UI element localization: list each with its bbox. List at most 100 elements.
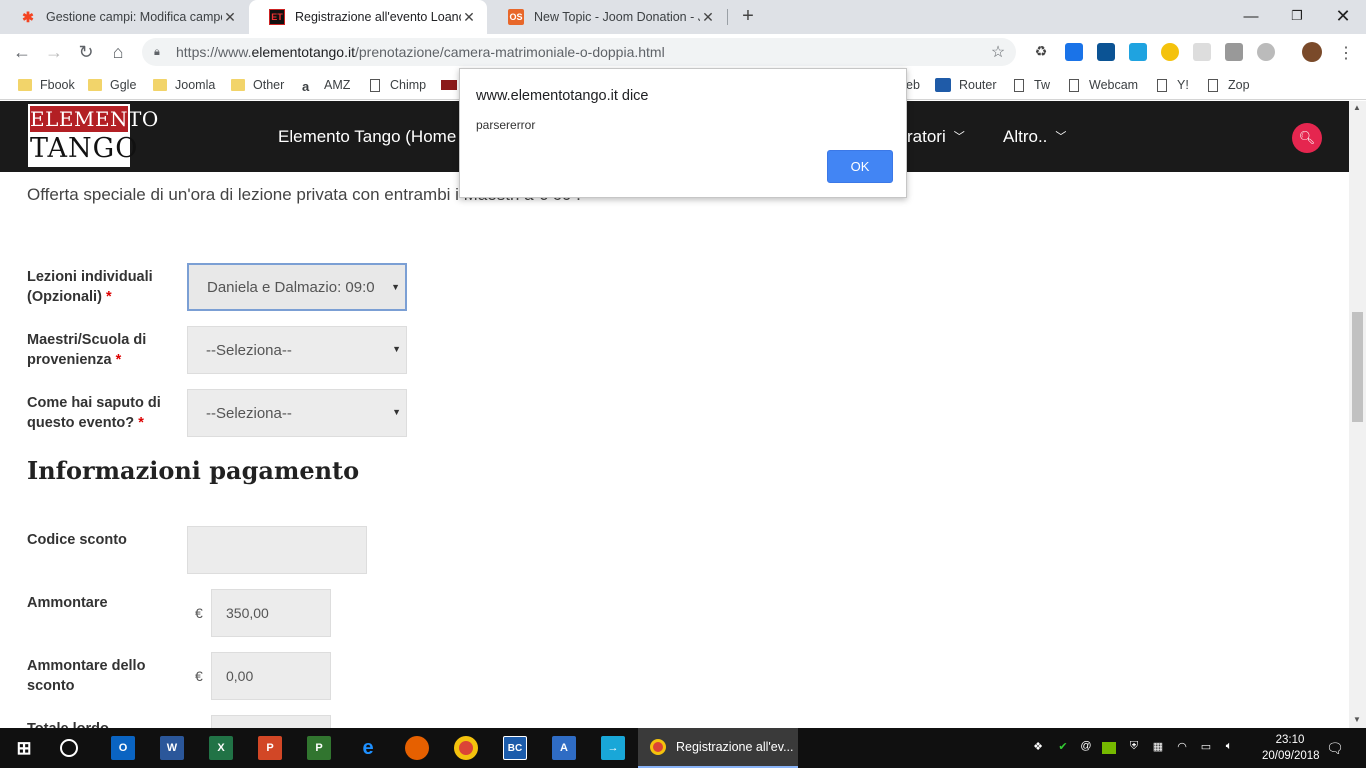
tab-registrazione[interactable]: ET Registrazione all'evento Loano Ta ✕ [249, 0, 487, 34]
totale-input[interactable] [211, 715, 331, 728]
bulb-extension-icon[interactable] [1161, 43, 1179, 61]
bookmark-ggle[interactable]: Ggle [88, 76, 136, 94]
ok-button[interactable]: OK [827, 150, 893, 183]
tab-gestione-campi[interactable]: ✱ Gestione campi: Modifica campo ✕ [0, 0, 248, 34]
word-icon[interactable]: W [160, 736, 184, 760]
minimize-icon[interactable]: — [1228, 0, 1274, 32]
ammontare-input[interactable]: 350,00 [211, 589, 331, 637]
menu-home[interactable]: Elemento Tango (Home [278, 127, 456, 147]
address-bar[interactable]: 🔒︎ https://www.elementotango.it/prenotaz… [142, 38, 1016, 66]
home-icon[interactable]: ⌂ [106, 40, 130, 64]
menu-collaboratori[interactable]: ratori ﹀ [907, 127, 965, 147]
currency-symbol: € [195, 605, 203, 621]
chrome-icon[interactable] [454, 736, 478, 760]
bookmark-chimp[interactable]: Chimp [370, 76, 426, 94]
firefox-icon[interactable] [405, 736, 429, 760]
wifi-icon[interactable]: ◠ [1174, 740, 1190, 756]
bookmark-eb[interactable]: eb [906, 76, 920, 94]
scrollbar-thumb[interactable] [1352, 312, 1363, 422]
menu-altro[interactable]: Altro.. ﹀ [1003, 127, 1066, 147]
scroll-up-icon[interactable]: ▲ [1353, 103, 1361, 112]
bookmark-label: AMZ [324, 78, 351, 92]
code-extension-icon[interactable] [1097, 43, 1115, 61]
bookmark-yahoo[interactable]: Y! [1157, 76, 1189, 94]
share-extension-icon[interactable] [1129, 43, 1147, 61]
bookmark-webcam[interactable]: Webcam [1069, 76, 1138, 94]
back-arrow-icon[interactable]: ← [10, 40, 34, 64]
defender-icon[interactable]: ⛨ [1126, 740, 1142, 756]
bookmark-router[interactable]: Router [935, 76, 997, 94]
tab-new-topic[interactable]: OS New Topic - Joom Donation - Joo ✕ [488, 0, 726, 34]
keyboard-icon[interactable]: ▦ [1150, 740, 1166, 756]
cloud-extension-icon[interactable] [1257, 43, 1275, 61]
powerpoint-icon[interactable]: P [258, 736, 282, 760]
page-icon [1208, 78, 1218, 92]
project-icon[interactable]: P [307, 736, 331, 760]
elementotango-favicon: ET [269, 9, 285, 25]
notifications-icon[interactable]: 🗨︎ [1326, 740, 1344, 756]
codice-sconto-input[interactable] [187, 526, 367, 574]
battery-icon[interactable]: ▭ [1198, 740, 1214, 756]
close-tab-icon[interactable]: ✕ [461, 9, 477, 26]
site-logo[interactable]: ELEMENTO TANGO [28, 104, 158, 167]
scroll-down-icon[interactable]: ▼ [1353, 715, 1361, 724]
at-icon[interactable]: @ [1078, 740, 1094, 756]
menu-kebab-icon[interactable]: ⋮ [1338, 43, 1354, 63]
system-clock[interactable]: 23:10 20/09/2018 [1262, 732, 1320, 764]
extension-icon[interactable] [1065, 43, 1083, 61]
url-path: /prenotazione/camera-matrimoniale-o-dopp… [355, 44, 665, 60]
restore-icon[interactable]: ❐ [1274, 0, 1320, 32]
cortana-icon[interactable] [60, 739, 78, 757]
menu-label: ratori [907, 127, 946, 146]
dropbox-icon[interactable]: ❖ [1030, 740, 1046, 756]
windows-start-icon[interactable]: ⊞ [12, 736, 36, 760]
forward-arrow-icon[interactable]: → [42, 40, 66, 64]
nvidia-icon[interactable] [1102, 742, 1116, 754]
saputo-label: Come hai saputo di questo evento? * [27, 393, 177, 433]
page-icon [370, 78, 380, 92]
bookmark-tw[interactable]: Tw [1014, 76, 1050, 94]
access-icon[interactable]: A [552, 736, 576, 760]
dropdown-arrow-icon: ▼ [392, 407, 401, 417]
bookmark-fbook[interactable]: Fbook [18, 76, 75, 94]
new-tab-plus-icon[interactable]: + [737, 5, 759, 27]
taskbar-active-chrome[interactable]: Registrazione all'ev... [638, 728, 798, 768]
bookmark-amz[interactable]: a AMZ [302, 76, 350, 94]
sconto-input[interactable]: 0,00 [211, 652, 331, 700]
url-prefix: https://www. [176, 44, 252, 60]
saputo-select[interactable]: --Seleziona-- ▼ [187, 389, 407, 437]
close-window-icon[interactable]: ✕ [1320, 0, 1366, 32]
search-icon[interactable]: 🔍︎ [1292, 123, 1322, 153]
recycle-extension-icon[interactable]: ♻ [1032, 43, 1050, 61]
bc-app-icon[interactable]: BC [503, 736, 527, 760]
maestri-select[interactable]: --Seleziona-- ▼ [187, 326, 407, 374]
tree-extension-icon[interactable] [1193, 43, 1211, 61]
bookmark-joomla[interactable]: Joomla [153, 76, 215, 94]
folder-icon [88, 79, 102, 91]
shield-extension-icon[interactable] [1225, 43, 1243, 61]
bookmark-star-icon[interactable]: ☆ [988, 42, 1008, 62]
page-icon [1069, 78, 1079, 92]
share-app-icon[interactable]: → [601, 736, 625, 760]
outlook-icon[interactable]: O [111, 736, 135, 760]
page-scrollbar[interactable]: ▲ ▼ [1349, 101, 1366, 728]
payment-heading: Informazioni pagamento [27, 456, 360, 485]
menu-label: Elemento Tango (Home [278, 127, 457, 146]
volume-icon[interactable]: 🔈︎ [1221, 740, 1237, 756]
security-shield-icon[interactable]: ✔ [1055, 740, 1071, 756]
label-text: Lezioni individuali (Opzionali) [27, 269, 153, 305]
close-tab-icon[interactable]: ✕ [700, 9, 716, 26]
profile-avatar[interactable] [1302, 42, 1322, 62]
edge-icon[interactable]: e [356, 736, 380, 760]
bookmark-other[interactable]: Other [231, 76, 284, 94]
lock-icon: 🔒︎ [154, 45, 160, 58]
close-tab-icon[interactable]: ✕ [222, 9, 238, 26]
url-host: elementotango.it [251, 44, 355, 60]
required-mark: * [115, 352, 122, 368]
lezioni-select[interactable]: Daniela e Dalmazio: 09:0 ▼ [187, 263, 407, 311]
chevron-down-icon: ﹀ [1055, 131, 1067, 143]
excel-icon[interactable]: X [209, 736, 233, 760]
reload-icon[interactable]: ↻ [74, 40, 98, 64]
menu-label: Altro.. [1003, 127, 1048, 146]
bookmark-zop[interactable]: Zop [1208, 76, 1250, 94]
